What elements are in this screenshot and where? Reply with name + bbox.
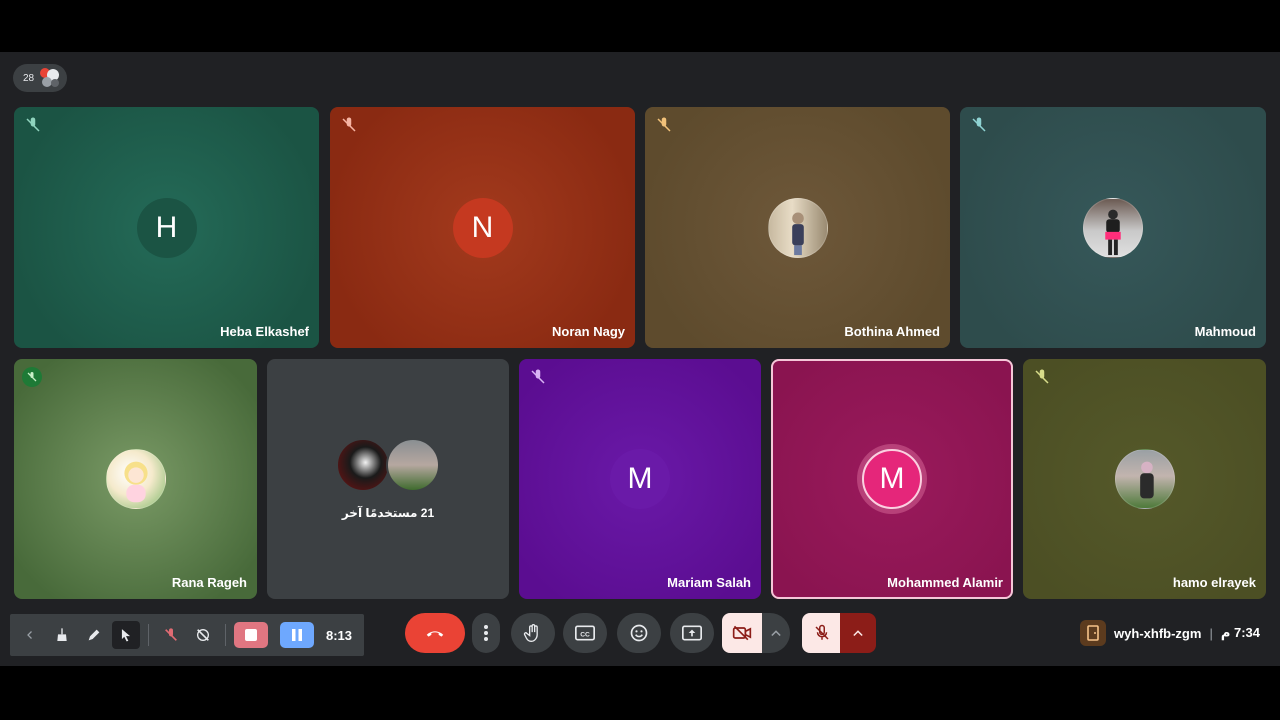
- broom-icon[interactable]: [48, 621, 76, 649]
- toolbar-divider: [148, 624, 149, 646]
- mic-off-icon: [815, 624, 829, 640]
- videocam-off-icon: [732, 625, 752, 641]
- avatar-photo: [386, 438, 440, 492]
- participant-name: Rana Rageh: [171, 575, 247, 590]
- raise-hand-icon: [523, 624, 538, 643]
- participant-name: Mohammed Alamir: [887, 575, 1003, 590]
- meeting-stage: 28 H Heba Elkashef N Noran Nagy Bothina …: [0, 52, 1280, 666]
- svg-text:CC: CC: [580, 631, 590, 638]
- other-participants-tile[interactable]: 21 مستخدمًا آخر: [267, 359, 509, 599]
- captions-button[interactable]: CC: [563, 613, 607, 653]
- avatar-photo: [336, 438, 390, 492]
- participant-name: Mahmoud: [1194, 324, 1256, 339]
- participant-tile-mohammed[interactable]: M Mohammed Alamir: [771, 359, 1013, 599]
- emoji-reactions-button[interactable]: [617, 613, 661, 653]
- participant-count: 28: [23, 72, 35, 84]
- participant-tile-rana[interactable]: Rana Rageh: [14, 359, 257, 599]
- annotation-toolbar: 8:13: [10, 614, 364, 656]
- recording-timer: 8:13: [326, 627, 353, 643]
- present-screen-icon: [682, 625, 702, 641]
- pause-recording-button[interactable]: [280, 622, 314, 648]
- mic-options-button[interactable]: [840, 613, 876, 653]
- mic-off-icon: [22, 367, 42, 387]
- avatar: M: [610, 449, 670, 509]
- participant-count-badge[interactable]: 28: [13, 64, 67, 92]
- avatar-photo: [105, 449, 166, 509]
- other-participants-group: 21 مستخدمًا آخر: [267, 438, 509, 520]
- meeting-code[interactable]: wyh-xhfb-zgm: [1114, 626, 1201, 641]
- closed-captions-icon: CC: [575, 625, 595, 641]
- mic-off-icon: [657, 117, 671, 132]
- mic-off-icon[interactable]: [157, 621, 185, 649]
- participant-tile-heba[interactable]: H Heba Elkashef: [14, 107, 319, 348]
- pause-icon: [292, 629, 302, 641]
- raise-hand-button[interactable]: [511, 613, 555, 653]
- chevron-up-icon: [853, 630, 863, 637]
- avatar-photo: [767, 197, 828, 258]
- participant-name: Heba Elkashef: [220, 324, 309, 339]
- participant-tile-hamo[interactable]: hamo elrayek: [1023, 359, 1266, 599]
- meeting-info: wyh-xhfb-zgm | 7:34 م: [1080, 620, 1260, 646]
- cursor-icon[interactable]: [112, 621, 140, 649]
- other-participants-label: 21 مستخدمًا آخر: [341, 506, 435, 520]
- stop-recording-button[interactable]: [234, 622, 268, 648]
- mic-off-icon: [342, 117, 356, 132]
- participant-name: Mariam Salah: [667, 575, 751, 590]
- info-divider: |: [1209, 625, 1213, 641]
- avatar: N: [452, 197, 513, 258]
- pen-icon[interactable]: [80, 621, 108, 649]
- toolbar-divider: [225, 624, 226, 646]
- emoji-icon: [630, 624, 648, 642]
- camera-toggle-button[interactable]: [722, 613, 762, 653]
- participant-name: Bothina Ahmed: [844, 324, 940, 339]
- stop-icon: [245, 629, 257, 641]
- mic-off-icon: [26, 117, 40, 132]
- mic-off-icon: [531, 369, 545, 384]
- participant-name: hamo elrayek: [1172, 575, 1256, 590]
- chevron-up-icon: [771, 630, 781, 637]
- exit-door-icon[interactable]: [1080, 620, 1107, 646]
- meeting-time: 7:34 م: [1220, 625, 1260, 640]
- avatar: M: [862, 449, 922, 509]
- more-options-button[interactable]: [472, 613, 500, 653]
- participant-tile-bothina[interactable]: Bothina Ahmed: [645, 107, 950, 348]
- mic-off-icon: [1035, 369, 1049, 384]
- present-screen-button[interactable]: [670, 613, 714, 653]
- more-vert-icon: [484, 625, 488, 641]
- chevron-left-icon[interactable]: [16, 621, 44, 649]
- participant-avatars-icon: [40, 68, 60, 88]
- mic-off-icon: [972, 117, 986, 132]
- avatar-photo: [1114, 449, 1175, 509]
- participant-tile-noran[interactable]: N Noran Nagy: [330, 107, 635, 348]
- end-call-button[interactable]: [405, 613, 465, 653]
- mic-toggle-button[interactable]: [802, 613, 842, 653]
- participant-tile-mahmoud[interactable]: Mahmoud: [960, 107, 1266, 348]
- avatar: H: [136, 197, 197, 258]
- draw-off-icon[interactable]: [189, 621, 217, 649]
- avatar-photo: [1083, 197, 1143, 258]
- phone-hangup-icon: [426, 631, 444, 637]
- participant-name: Noran Nagy: [552, 324, 625, 339]
- participant-tile-mariam[interactable]: M Mariam Salah: [519, 359, 761, 599]
